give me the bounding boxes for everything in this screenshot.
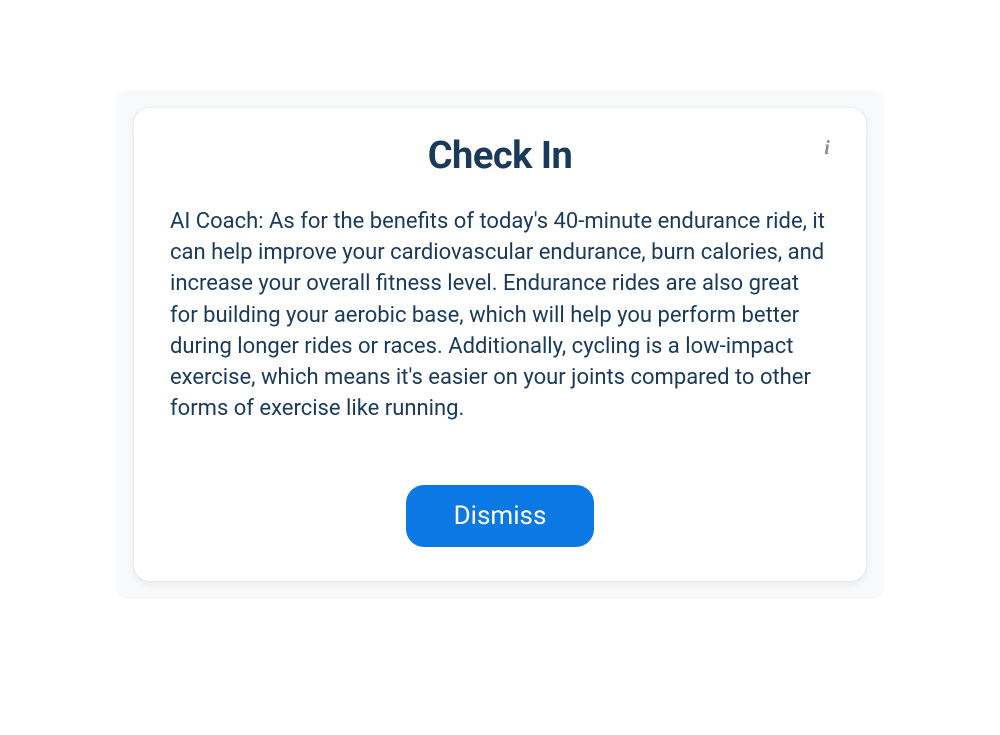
info-icon[interactable]: i xyxy=(818,138,836,156)
card-body-text: AI Coach: As for the benefits of today's… xyxy=(170,206,830,425)
card-title: Check In xyxy=(170,134,830,178)
modal-backdrop: Check In i AI Coach: As for the benefits… xyxy=(116,90,884,599)
check-in-card: Check In i AI Coach: As for the benefits… xyxy=(134,108,866,581)
card-actions: Dismiss xyxy=(170,485,830,547)
card-header: Check In i xyxy=(170,134,830,178)
dismiss-button[interactable]: Dismiss xyxy=(406,485,595,547)
